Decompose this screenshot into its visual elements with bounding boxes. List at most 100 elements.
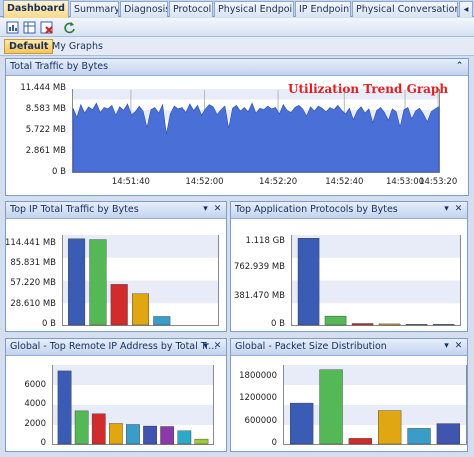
x-tick-label: 14:52:20	[258, 177, 298, 187]
y-tick-label: 8.583 MB	[25, 104, 66, 114]
y-tick-label: 762.939 MB	[233, 262, 285, 273]
plot-area	[283, 365, 467, 445]
panel-title-text: Top Application Protocols by Bytes	[235, 204, 398, 215]
tab-diagnosis[interactable]: Diagnosis	[120, 1, 168, 17]
close-button[interactable]: ✕	[212, 204, 223, 215]
plot-area	[62, 235, 219, 326]
y-tick-label: 11.444 MB	[20, 83, 66, 93]
close-button[interactable]: ✕	[453, 341, 464, 352]
tab-my-graphs[interactable]: My Graphs	[47, 39, 108, 54]
edit-graph-icon	[23, 21, 36, 34]
panel-title: Top Application Protocols by Bytes	[231, 202, 467, 219]
tab-dashboard[interactable]: Dashboard	[3, 0, 69, 18]
y-tick-label: 2.861 MB	[25, 146, 66, 156]
grid-band	[284, 365, 466, 385]
bar	[177, 430, 192, 445]
y-tick-label: 1.118 GB	[245, 236, 285, 247]
close-button[interactable]: ✕	[212, 341, 223, 352]
area-series	[72, 102, 440, 173]
close-icon: ✕	[213, 204, 222, 214]
panel-title: Global - Top Remote IP Address by Total …	[6, 339, 226, 356]
dropdown-button[interactable]: ▾	[200, 204, 211, 215]
bar	[68, 238, 86, 326]
close-icon: ✕	[454, 341, 463, 351]
bar	[153, 316, 171, 326]
bar	[432, 324, 455, 326]
bar	[57, 370, 72, 445]
panel-title-text: Top IP Total Traffic by Bytes	[10, 204, 139, 215]
bar	[194, 438, 209, 445]
y-tick-label: 381.470 MB	[233, 290, 285, 301]
y-tick-label: 85.831 MB	[10, 257, 56, 268]
y-tick-label: 0 B	[52, 167, 66, 177]
close-button[interactable]: ✕	[453, 204, 464, 215]
graph-tab-bar: Default My Graphs	[0, 37, 474, 56]
tab-ip-endpoint[interactable]: IP Endpoint	[295, 1, 351, 17]
bar	[143, 425, 157, 445]
plot-area	[52, 365, 214, 445]
refresh-button[interactable]	[62, 20, 77, 35]
new-graph-button[interactable]	[5, 20, 20, 35]
chevron-down-icon: ▾	[203, 341, 208, 351]
bar	[89, 239, 107, 326]
plot-area	[291, 235, 461, 326]
plot-area	[72, 89, 440, 173]
y-tick-label: 0	[40, 438, 46, 448]
x-tick-label: 14:52:00	[185, 177, 224, 187]
bar	[91, 413, 106, 445]
panel-packet-size: Global - Packet Size Distribution ▾ ✕ 0 6…	[230, 338, 468, 452]
view-tab-bar: Dashboard Summary Diagnosis Protocol Phy…	[0, 0, 474, 18]
bar	[74, 410, 89, 445]
close-icon: ✕	[213, 341, 222, 351]
close-icon: ✕	[454, 204, 463, 214]
panel-title-text: Total Traffic by Bytes	[10, 61, 109, 72]
bar	[160, 426, 175, 445]
grid-band	[63, 235, 218, 258]
tab-protocol[interactable]: Protocol	[169, 1, 213, 17]
edit-graph-button[interactable]	[22, 20, 37, 35]
panel-title-text: Global - Packet Size Distribution	[235, 341, 387, 352]
chevron-down-icon: ▾	[444, 204, 449, 214]
panel-top-ip: Top IP Total Traffic by Bytes ▾ ✕ 0 B 28.…	[5, 201, 227, 332]
bar	[289, 402, 314, 445]
panel-title: Total Traffic by Bytes	[6, 59, 468, 76]
bar	[319, 369, 343, 445]
refresh-icon	[64, 22, 75, 34]
dropdown-button[interactable]: ▾	[200, 341, 211, 352]
bar	[126, 424, 140, 445]
y-tick-label: 2000	[24, 418, 46, 429]
dropdown-button[interactable]: ▾	[441, 204, 452, 215]
y-tick-label: 0 B	[271, 319, 285, 329]
bar	[405, 324, 428, 326]
bar	[110, 284, 128, 326]
tab-physical-endpoint[interactable]: Physical Endpoint	[214, 1, 294, 17]
delete-graph-button[interactable]	[39, 20, 54, 35]
tab-physical-conversation[interactable]: Physical Conversation	[352, 1, 458, 17]
tab-scroll-arrow[interactable]: ◂	[459, 1, 473, 17]
panel-title-text: Global - Top Remote IP Address by Total …	[10, 341, 218, 352]
y-tick-label: 114.441 MB	[5, 237, 56, 248]
y-tick-label: 1200000	[239, 393, 277, 404]
bar	[131, 293, 149, 326]
bar	[109, 423, 123, 445]
utilization-trend-annotation: Utilization Trend Graph	[288, 82, 449, 96]
tab-summary[interactable]: Summary	[70, 1, 119, 17]
bar	[436, 423, 460, 445]
new-graph-icon	[6, 21, 19, 34]
collapse-button[interactable]: ⌃	[454, 61, 465, 72]
chevron-left-icon: ◂	[463, 4, 469, 15]
delete-graph-icon	[40, 21, 53, 34]
dropdown-button[interactable]: ▾	[441, 341, 452, 352]
panel-title: Top IP Total Traffic by Bytes	[6, 202, 226, 219]
x-tick-label: 14:53:20	[419, 177, 458, 187]
grid-band	[53, 365, 213, 385]
y-tick-label: 28.610 MB	[10, 298, 56, 309]
y-tick-label: 600000	[244, 415, 277, 426]
bar	[378, 323, 401, 326]
y-tick-label: 1800000	[239, 371, 277, 382]
x-tick-label: 14:51:40	[111, 177, 150, 187]
y-tick-label: 0 B	[42, 319, 56, 329]
y-tick-label: 5.722 MB	[25, 125, 66, 135]
bar	[377, 410, 402, 445]
y-tick-label: 0	[271, 438, 277, 448]
